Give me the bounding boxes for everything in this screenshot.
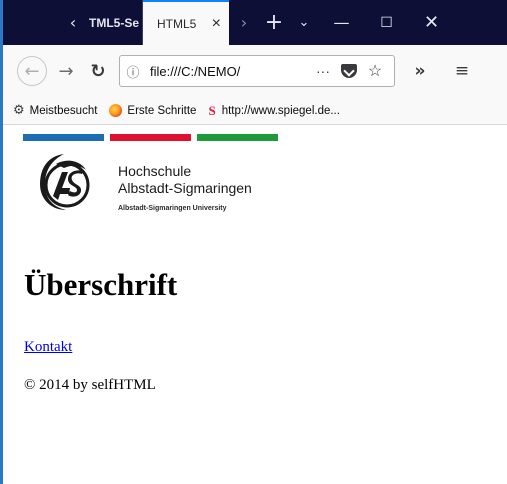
color-stripes (23, 134, 284, 141)
bookmark-meistbesucht[interactable]: ⚙ Meistbesucht (13, 103, 97, 118)
tab-strip: ‹ TML5-Se HTML5 × › + ⌄ — ☐ ✕ (3, 0, 507, 45)
tab-list-chevron-down-icon[interactable]: ⌄ (289, 0, 319, 45)
page-actions-icon[interactable]: ··· (310, 63, 336, 79)
url-text[interactable]: file:///C:/NEMO/ (146, 64, 302, 79)
logo-line-2: Albstadt-Sigmaringen (118, 180, 252, 196)
logo-text: Hochschule Albstadt-Sigmaringen Albstadt… (118, 163, 252, 212)
pocket-icon[interactable] (336, 64, 362, 78)
close-tab-icon[interactable]: × (212, 15, 221, 33)
logo-line-1: Hochschule (118, 163, 192, 179)
logo-line-3: Albstadt-Sigmaringen University (118, 205, 227, 212)
copyright-footer: © 2014 by selfHTML (24, 377, 156, 393)
minimize-icon[interactable]: — (319, 0, 364, 45)
spiegel-icon: S (208, 102, 216, 118)
tab-active[interactable]: HTML5 × (143, 0, 229, 45)
university-logo-icon (40, 154, 90, 210)
tab-inactive[interactable]: TML5-Se (85, 0, 143, 45)
page-content: Hochschule Albstadt-Sigmaringen Albstadt… (6, 125, 507, 484)
stripe-green (197, 134, 278, 141)
tab-scroll-right-icon[interactable]: › (229, 0, 259, 45)
stripe-blue (23, 134, 104, 141)
bookmarks-toolbar: ⚙ Meistbesucht Erste Schritte S http://w… (3, 97, 507, 125)
navigation-toolbar: ← → ↻ ⓘ file:///C:/NEMO/ ··· ☆ » ≡ (3, 45, 507, 97)
back-arrow-icon[interactable]: ← (17, 56, 47, 86)
maximize-icon[interactable]: ☐ (364, 0, 409, 45)
info-icon[interactable]: ⓘ (120, 62, 146, 81)
tab-scroll-left-icon[interactable]: ‹ (61, 0, 85, 45)
firefox-icon (109, 104, 123, 117)
bookmark-label: http://www.spiegel.de... (221, 104, 340, 117)
tab-title: HTML5 (157, 16, 197, 31)
contact-link[interactable]: Kontakt (24, 339, 72, 356)
bookmark-erste-schritte[interactable]: Erste Schritte (109, 104, 196, 117)
tab-title: TML5-Se (89, 15, 140, 30)
new-tab-icon[interactable]: + (259, 0, 289, 45)
overflow-chevron-icon[interactable]: » (405, 61, 435, 81)
bookmark-label: Meistbesucht (29, 104, 98, 117)
star-icon[interactable]: ☆ (362, 61, 388, 81)
forward-arrow-icon[interactable]: → (51, 54, 81, 88)
page-heading: Überschrift (24, 267, 178, 302)
gear-icon: ⚙ (13, 103, 25, 118)
close-window-icon[interactable]: ✕ (409, 0, 454, 45)
bookmark-label: Erste Schritte (127, 104, 197, 117)
bookmark-spiegel[interactable]: S http://www.spiegel.de... (208, 103, 340, 119)
reload-icon[interactable]: ↻ (83, 54, 113, 88)
url-bar[interactable]: ⓘ file:///C:/NEMO/ ··· ☆ (119, 55, 395, 87)
browser-window: ‹ TML5-Se HTML5 × › + ⌄ — ☐ ✕ ← → ↻ ⓘ fi… (0, 0, 507, 484)
hamburger-menu-icon[interactable]: ≡ (447, 61, 477, 81)
stripe-red (110, 134, 191, 141)
